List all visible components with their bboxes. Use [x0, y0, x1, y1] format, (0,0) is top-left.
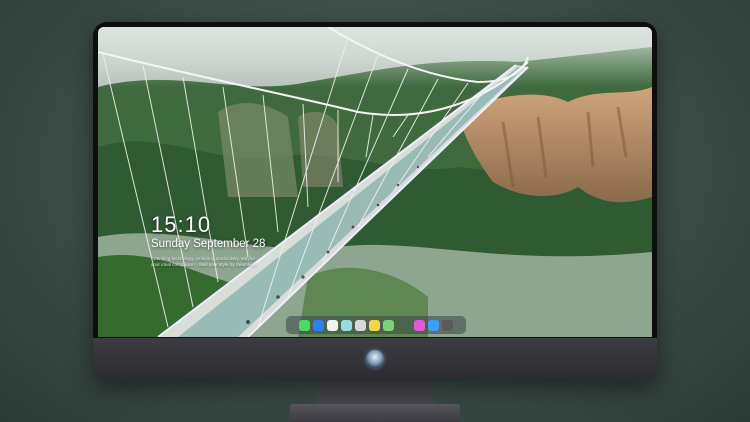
lock-screen-time: 15:10: [151, 212, 212, 237]
clock-icon[interactable]: [327, 319, 338, 331]
messages-icon[interactable]: [299, 319, 310, 331]
wallpaper-caption: Spending technology. Ensuring productivi…: [151, 256, 261, 268]
photos-icon[interactable]: [341, 319, 352, 331]
wallpaper-glass-bridge: [98, 27, 652, 337]
monitor-stand-base: [290, 404, 460, 422]
desktop-screen[interactable]: [98, 27, 652, 337]
caption-line-2: your ideal companion - Wall your style b…: [151, 262, 257, 267]
brand-logo-icon: [366, 350, 384, 368]
notes-icon[interactable]: [369, 319, 380, 331]
lock-screen-date: Sunday September 28: [151, 238, 266, 250]
finder-icon[interactable]: [313, 319, 324, 331]
video-icon[interactable]: [355, 319, 366, 331]
dock: [286, 316, 466, 334]
itunes-icon[interactable]: [414, 319, 425, 331]
camera-icon[interactable]: [442, 319, 453, 331]
books-icon[interactable]: [383, 319, 394, 331]
safari-icon[interactable]: [428, 319, 439, 331]
